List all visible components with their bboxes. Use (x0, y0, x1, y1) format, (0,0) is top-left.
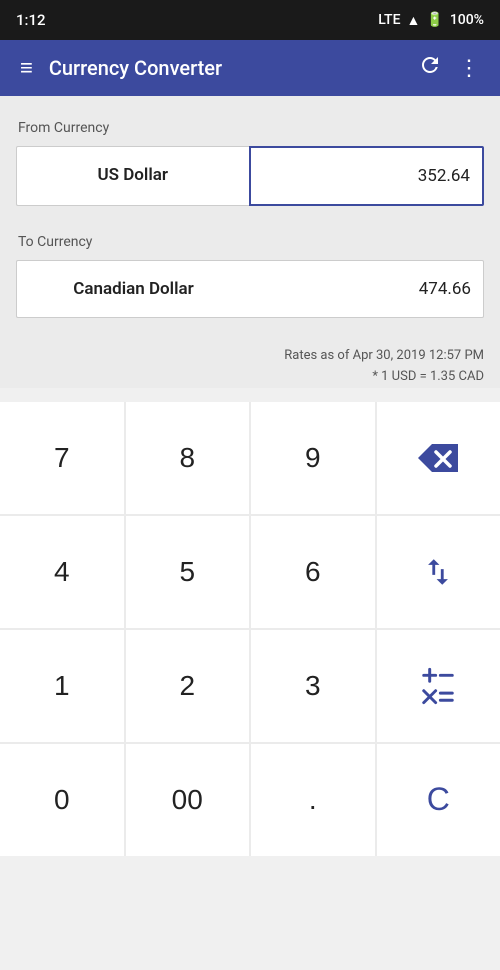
toolbar: ≡ Currency Converter ⋮ (0, 40, 500, 96)
key-5[interactable]: 5 (126, 516, 250, 628)
key-2[interactable]: 2 (126, 630, 250, 742)
backspace-icon (416, 442, 460, 474)
to-currency-section: To Currency Canadian Dollar 474.66 (16, 234, 484, 318)
key-ops[interactable] (377, 630, 500, 742)
refresh-icon[interactable] (410, 45, 450, 91)
key-0[interactable]: 0 (0, 744, 124, 856)
network-indicator: LTE (378, 12, 400, 28)
main-content: From Currency US Dollar 352.64 To Curren… (0, 96, 500, 388)
from-currency-label: From Currency (18, 120, 484, 136)
to-currency-row: Canadian Dollar 474.66 (16, 260, 484, 318)
from-currency-row: US Dollar 352.64 (16, 146, 484, 206)
rates-conversion: * 1 USD = 1.35 CAD (16, 367, 484, 388)
key-clear[interactable]: C (377, 744, 500, 856)
key-9[interactable]: 9 (251, 402, 375, 514)
key-6[interactable]: 6 (251, 516, 375, 628)
key-7[interactable]: 7 (0, 402, 124, 514)
keypad: 7 8 9 4 5 6 1 2 3 (0, 402, 500, 856)
from-currency-section: From Currency US Dollar 352.64 (16, 120, 484, 206)
status-time: 1:12 (16, 11, 46, 29)
to-currency-selector[interactable]: Canadian Dollar (16, 260, 250, 318)
key-00[interactable]: 00 (126, 744, 250, 856)
key-1[interactable]: 1 (0, 630, 124, 742)
key-swap[interactable] (377, 516, 500, 628)
key-dot[interactable]: . (251, 744, 375, 856)
signal-icon: ▲ (407, 12, 421, 29)
key-backspace[interactable] (377, 402, 500, 514)
app-title: Currency Converter (49, 56, 410, 80)
from-currency-selector[interactable]: US Dollar (16, 146, 249, 206)
key-8[interactable]: 8 (126, 402, 250, 514)
swap-icon (421, 555, 455, 589)
to-currency-label: To Currency (18, 234, 484, 250)
menu-icon[interactable]: ≡ (12, 47, 41, 89)
rates-date: Rates as of Apr 30, 2019 12:57 PM (16, 346, 484, 367)
key-3[interactable]: 3 (251, 630, 375, 742)
from-currency-value[interactable]: 352.64 (249, 146, 485, 206)
ops-icon (419, 667, 457, 705)
rates-info: Rates as of Apr 30, 2019 12:57 PM * 1 US… (16, 346, 484, 388)
to-currency-value: 474.66 (250, 260, 484, 318)
status-bar: 1:12 LTE ▲ 🔋 100% (0, 0, 500, 40)
more-options-icon[interactable]: ⋮ (450, 48, 488, 89)
key-4[interactable]: 4 (0, 516, 124, 628)
battery-icon: 🔋 (426, 12, 443, 28)
status-right: LTE ▲ 🔋 100% (378, 12, 484, 29)
battery-level: 100% (450, 12, 484, 28)
